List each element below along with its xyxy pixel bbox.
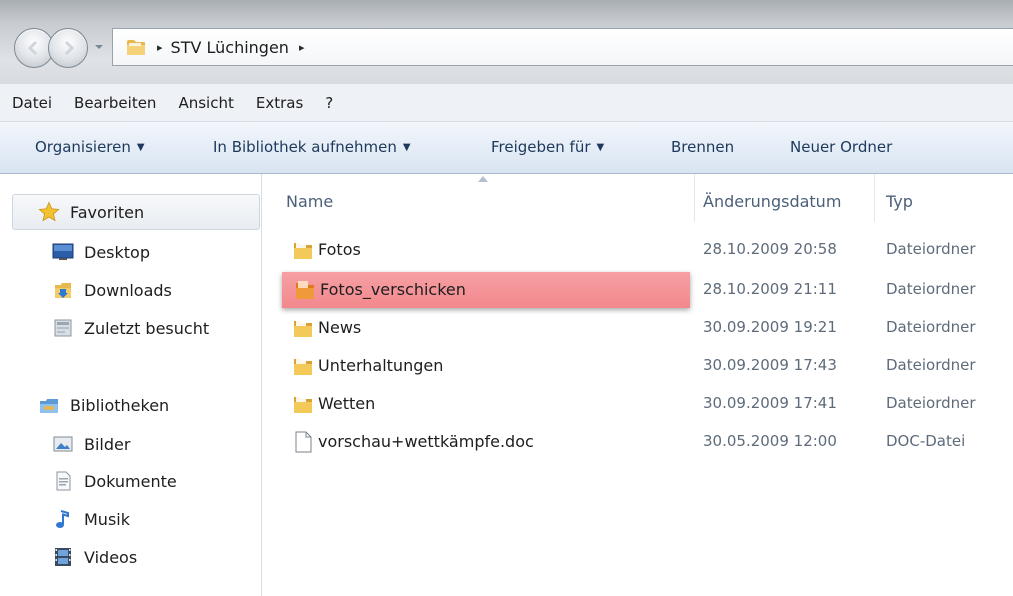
include-in-library-button[interactable]: In Bibliothek aufnehmen ▼	[213, 138, 411, 156]
file-type: Dateiordner	[886, 318, 976, 336]
nav-music[interactable]: Musik	[52, 508, 130, 530]
file-date: 30.05.2009 12:00	[703, 432, 837, 450]
recent-places-icon	[54, 319, 72, 337]
file-date: 30.09.2009 17:41	[703, 394, 837, 412]
nav-favorites-label: Favoriten	[70, 202, 145, 222]
column-header-type[interactable]: Typ	[886, 192, 913, 211]
file-type: Dateiordner	[886, 240, 976, 258]
file-name: Fotos_verschicken	[320, 280, 466, 299]
folder-icon	[294, 395, 312, 413]
forward-button[interactable]	[48, 28, 88, 68]
nav-documents-label: Dokumente	[84, 471, 177, 491]
breadcrumb-separator[interactable]: ▸	[157, 41, 163, 54]
share-with-button[interactable]: Freigeben für ▼	[491, 138, 604, 156]
nav-libraries[interactable]: Bibliotheken	[38, 394, 169, 416]
column-divider[interactable]	[694, 174, 695, 222]
breadcrumb-stv-luechingen[interactable]: STV Lüchingen	[171, 38, 289, 57]
organize-label: Organisieren	[35, 138, 131, 156]
document-icon	[295, 431, 312, 453]
recent-pages-dropdown-icon[interactable]	[94, 42, 104, 52]
nav-desktop-label: Desktop	[84, 242, 150, 262]
command-bar: Organisieren ▼ In Bibliothek aufnehmen ▼ F…	[0, 122, 1013, 174]
file-name: Fotos	[318, 240, 361, 259]
desktop-icon	[52, 243, 74, 260]
file-date: 28.10.2009 20:58	[703, 240, 837, 258]
star-icon	[38, 201, 60, 222]
column-divider[interactable]	[874, 174, 875, 222]
file-type: Dateiordner	[886, 394, 976, 412]
nav-videos-label: Videos	[84, 547, 138, 567]
title-bar: ▸ STV Lüchingen ▸	[0, 0, 1013, 84]
folder-icon	[294, 357, 312, 375]
menu-extras[interactable]: Extras	[256, 94, 303, 112]
breadcrumb-separator[interactable]: ▸	[299, 41, 305, 54]
file-row-unterhaltungen[interactable]: Unterhaltungen 30.09.2009 17:43 Dateiord…	[280, 348, 1013, 384]
chevron-down-icon: ▼	[136, 142, 145, 153]
file-row-news[interactable]: News 30.09.2009 19:21 Dateiordner	[280, 310, 1013, 346]
file-row-fotos-verschicken[interactable]: Fotos_verschicken	[282, 272, 690, 308]
downloads-icon	[55, 283, 71, 298]
nav-videos[interactable]: Videos	[52, 546, 137, 568]
include-library-label: In Bibliothek aufnehmen	[213, 138, 397, 156]
nav-pictures[interactable]: Bilder	[52, 433, 130, 455]
folder-icon	[294, 241, 312, 259]
menu-datei[interactable]: Datei	[12, 94, 52, 112]
file-name: Unterhaltungen	[318, 356, 444, 375]
file-row-fotos[interactable]: Fotos 28.10.2009 20:58 Dateiordner	[280, 232, 1013, 268]
nav-favorites[interactable]: Favoriten	[38, 201, 144, 223]
file-type: Dateiordner	[886, 356, 976, 374]
folder-icon	[127, 40, 145, 55]
organize-button[interactable]: Organisieren ▼	[35, 138, 145, 156]
nav-music-label: Musik	[84, 509, 130, 529]
burn-label: Brennen	[671, 138, 735, 156]
nav-downloads[interactable]: Downloads	[52, 279, 172, 301]
videos-icon	[55, 548, 71, 566]
nav-pictures-label: Bilder	[84, 434, 131, 454]
nav-documents[interactable]: Dokumente	[52, 470, 177, 492]
nav-recent-places-label: Zuletzt besucht	[84, 318, 210, 338]
file-date: 30.09.2009 17:43	[703, 356, 837, 374]
chevron-down-icon: ▼	[402, 142, 411, 153]
sort-ascending-icon	[478, 176, 488, 182]
new-folder-label: Neuer Ordner	[790, 138, 893, 156]
chevron-down-icon: ▼	[596, 142, 605, 153]
pictures-icon	[53, 436, 73, 452]
address-bar[interactable]: ▸ STV Lüchingen ▸	[112, 28, 1013, 66]
nav-downloads-label: Downloads	[84, 280, 172, 300]
arrow-left-icon	[27, 40, 38, 56]
file-name: vorschau+wettkämpfe.doc	[318, 432, 534, 451]
file-date: 28.10.2009 21:11	[703, 280, 837, 298]
documents-icon	[56, 471, 71, 491]
nav-recent-places[interactable]: Zuletzt besucht	[52, 317, 209, 339]
folder-icon	[294, 319, 312, 337]
music-icon	[56, 510, 69, 528]
column-header-date[interactable]: Änderungsdatum	[703, 192, 841, 211]
arrow-right-icon	[64, 40, 75, 56]
new-folder-button[interactable]: Neuer Ordner	[790, 138, 892, 156]
file-type: DOC-Datei	[886, 432, 966, 450]
menu-help[interactable]: ?	[325, 94, 333, 112]
nav-libraries-label: Bibliotheken	[70, 395, 170, 415]
menu-ansicht[interactable]: Ansicht	[178, 94, 233, 112]
file-row-vorschau-wettkaempfe[interactable]: vorschau+wettkämpfe.doc 30.05.2009 12:00…	[280, 424, 1013, 460]
file-name: Wetten	[318, 394, 376, 413]
folder-icon	[296, 281, 314, 299]
nav-desktop[interactable]: Desktop	[52, 241, 150, 263]
navigation-pane: Favoriten Desktop Downloads Zuletzt besu…	[0, 174, 262, 596]
file-list: Name Änderungsdatum Typ Fotos 28.10.2009…	[262, 174, 1013, 596]
file-name: News	[318, 318, 362, 337]
file-row-wetten[interactable]: Wetten 30.09.2009 17:41 Dateiordner	[280, 386, 1013, 422]
column-name-label: Name	[286, 192, 334, 211]
share-with-label: Freigeben für	[491, 138, 591, 156]
menu-bar: Datei Bearbeiten Ansicht Extras ?	[0, 84, 1013, 122]
file-type: Dateiordner	[886, 280, 976, 298]
file-date: 30.09.2009 19:21	[703, 318, 837, 336]
burn-button[interactable]: Brennen	[671, 138, 734, 156]
library-icon	[40, 399, 58, 413]
menu-bearbeiten[interactable]: Bearbeiten	[74, 94, 156, 112]
